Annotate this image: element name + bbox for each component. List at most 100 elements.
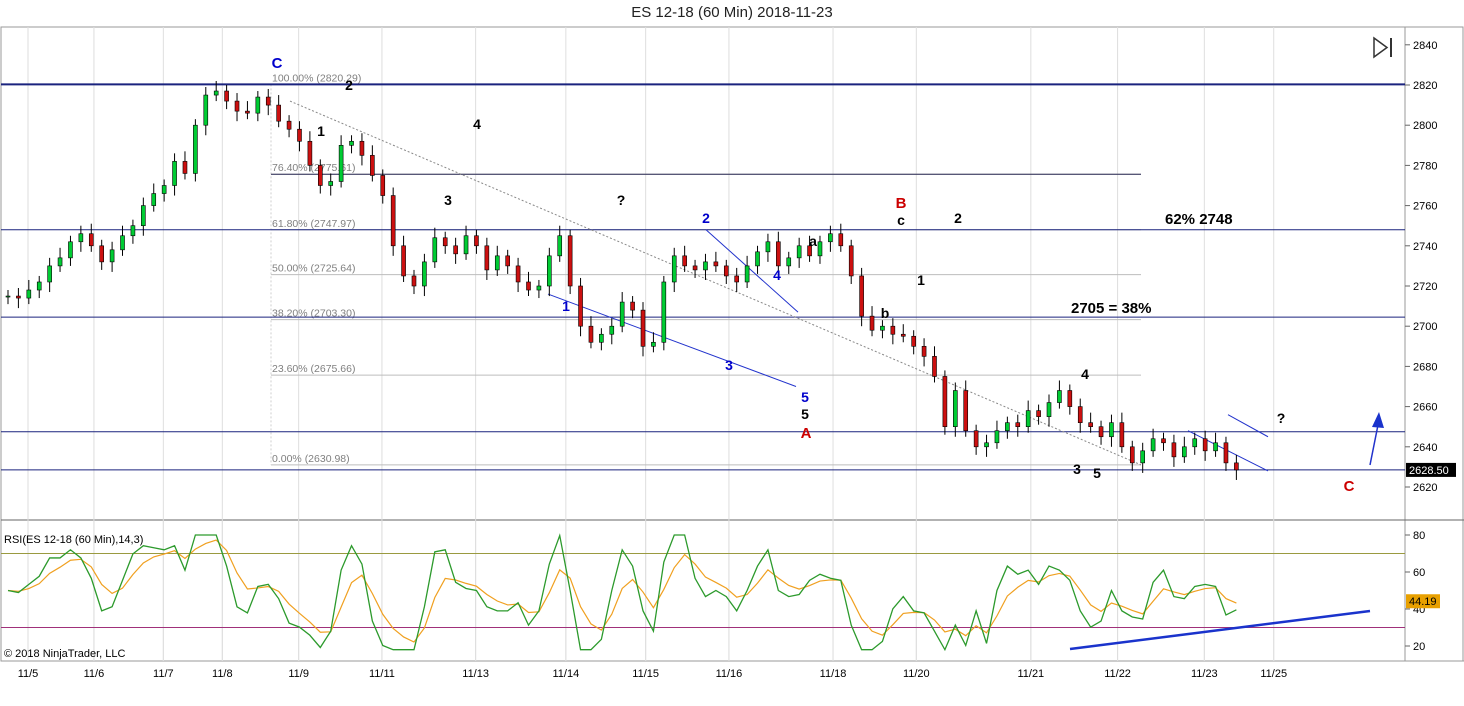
- copyright-text: © 2018 NinjaTrader, LLC: [4, 648, 125, 660]
- wave-label: 1: [317, 123, 325, 139]
- wave-label: 3: [725, 357, 733, 373]
- candle-body: [1025, 410, 1031, 427]
- candle-body: [338, 145, 344, 182]
- candle-body: [557, 235, 563, 257]
- candle-body: [671, 255, 677, 283]
- candle-body: [900, 333, 906, 337]
- candle-body: [47, 265, 52, 283]
- candle-body: [182, 161, 188, 174]
- candle-body: [619, 301, 625, 327]
- wave-label: C: [272, 55, 283, 72]
- candle-body: [765, 241, 771, 253]
- candle-body: [953, 390, 958, 427]
- wave-label: 2: [702, 210, 710, 226]
- candle-body: [57, 257, 63, 267]
- candle-body: [1015, 422, 1021, 427]
- candle-body: [515, 265, 521, 283]
- candle-body: [890, 325, 896, 335]
- candle-body: [130, 225, 136, 237]
- candle-body: [349, 140, 354, 146]
- x-tick-label: 11/21: [1017, 668, 1044, 680]
- candle-body: [193, 124, 198, 174]
- candle-body: [640, 309, 646, 347]
- rsi-signal-line: [7, 539, 1237, 643]
- candle-body: [984, 442, 989, 448]
- y-tick-label: 2680: [1413, 361, 1437, 373]
- wave-label: 5: [801, 389, 809, 405]
- candle-body: [141, 205, 146, 227]
- skip-forward-icon: [1373, 36, 1392, 59]
- x-tick-label: 11/16: [716, 668, 743, 680]
- rsi-tick-label: 20: [1413, 641, 1425, 653]
- candle-body: [297, 128, 302, 142]
- candle-body: [1150, 438, 1156, 452]
- x-tick-label: 11/22: [1104, 668, 1131, 680]
- candle-body: [776, 241, 781, 267]
- candle-body: [1067, 390, 1073, 407]
- fib-label: 61.80% (2747.97): [272, 218, 355, 230]
- candle-body: [994, 430, 1000, 444]
- wedge-line: [705, 229, 799, 313]
- candle-body: [796, 245, 802, 259]
- wave-label: b: [881, 305, 890, 321]
- annotation-38pct: 2705 = 38%: [1071, 300, 1152, 317]
- fib-label: 38.20% (2703.30): [272, 308, 355, 320]
- candle-body: [526, 281, 531, 291]
- candle-body: [370, 155, 375, 176]
- wave-label: 4: [473, 116, 481, 132]
- candle-body: [99, 245, 104, 263]
- candle-body: [578, 285, 583, 327]
- candle-body: [505, 255, 510, 267]
- wedge-lines: [547, 229, 1269, 472]
- y-tick-label: 2660: [1413, 402, 1437, 414]
- candle-body: [307, 140, 313, 166]
- wave-label: 2: [954, 210, 962, 226]
- candle-body: [755, 251, 760, 267]
- candle-body: [213, 90, 219, 96]
- candle-body: [78, 233, 84, 243]
- candle-body: [245, 110, 250, 114]
- wave-label: 4: [773, 267, 781, 283]
- candle-body: [120, 235, 125, 251]
- candle-body: [411, 275, 417, 287]
- up-arrow-shaft: [1369, 424, 1379, 466]
- x-tick-label: 11/8: [212, 668, 233, 680]
- x-tick-label: 11/20: [903, 668, 930, 680]
- candle-body: [172, 161, 177, 186]
- fib-label: 23.60% (2675.66): [272, 363, 355, 375]
- candle-body: [744, 265, 750, 283]
- candle-body: [973, 430, 979, 448]
- candle-body: [609, 325, 615, 335]
- y-tick-label: 2720: [1413, 281, 1437, 293]
- wave-label: 4: [1081, 366, 1089, 382]
- wave-label: a: [809, 233, 817, 249]
- candle-body: [1171, 442, 1177, 458]
- candle-body: [359, 140, 365, 156]
- candle-body: [599, 333, 604, 343]
- y-tick-label: 2800: [1413, 120, 1437, 132]
- candle-body: [692, 265, 698, 271]
- wave-label: ?: [617, 192, 626, 208]
- y-tick-label: 2820: [1413, 80, 1437, 92]
- candle-body: [1182, 446, 1187, 458]
- candle-body: [36, 281, 42, 291]
- candle-body: [317, 165, 323, 186]
- candle-body: [474, 235, 479, 247]
- up-arrow-head: [1372, 412, 1384, 428]
- chart-canvas[interactable]: 11/5 11/6 11/7 11/8 11/9 11/11 11/13 11/14 11/15…: [0, 0, 1464, 706]
- candle-body: [1109, 422, 1114, 438]
- candle-body: [286, 120, 292, 130]
- candle-body: [630, 301, 635, 311]
- candle-body: [547, 255, 552, 287]
- wedge-line: [1227, 414, 1269, 438]
- candle-body: [828, 233, 833, 243]
- wave-label: 1: [562, 298, 570, 314]
- candle-body: [1213, 442, 1218, 452]
- x-tick-label: 11/23: [1191, 668, 1218, 680]
- candle-body: [390, 195, 396, 247]
- candle-body: [786, 257, 792, 267]
- candle-body: [817, 241, 823, 257]
- candle-body: [1161, 438, 1166, 444]
- y-tick-label: 2840: [1413, 40, 1437, 52]
- y-tick-label: 2640: [1413, 442, 1437, 454]
